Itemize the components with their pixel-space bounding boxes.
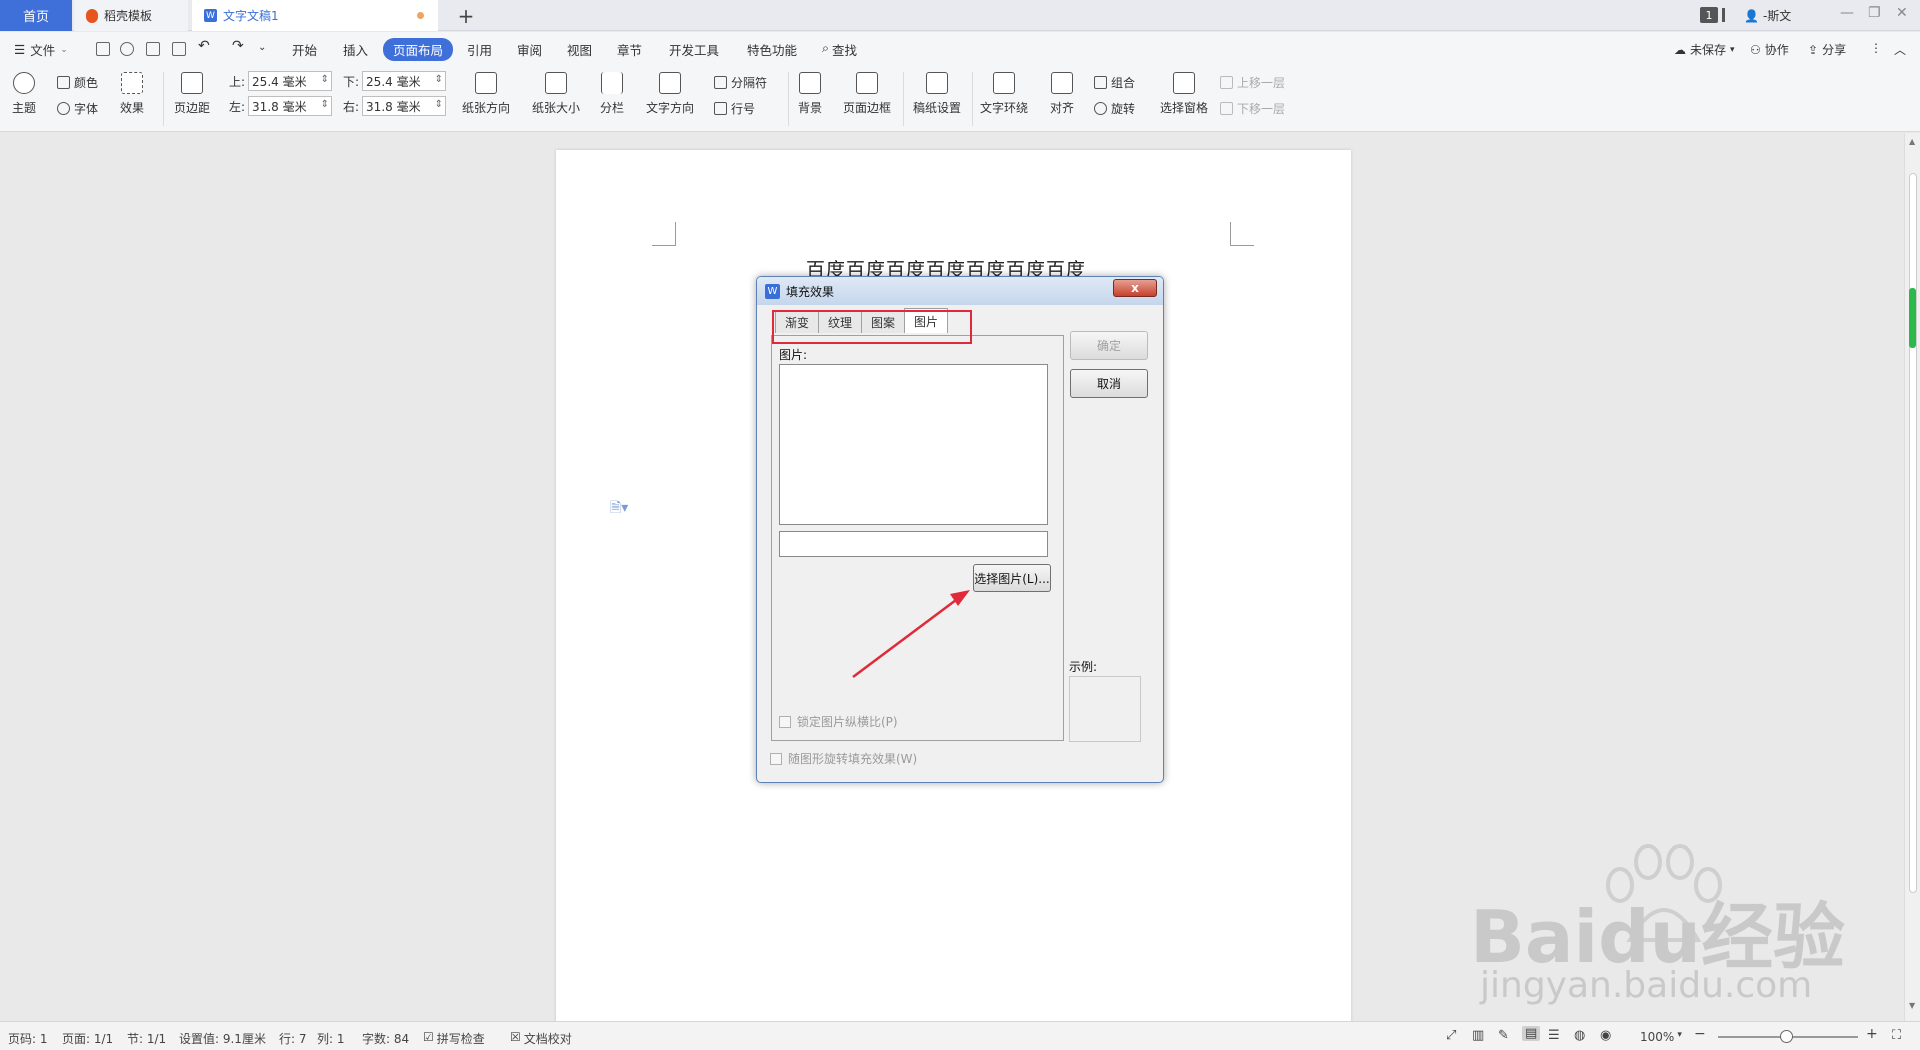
arrow-shaft: [852, 595, 961, 679]
watermark-url: jingyan.baidu.com: [1480, 965, 1813, 1006]
baidu-watermark: Baidu经验 jingyan.baidu.com: [1470, 840, 1910, 1020]
